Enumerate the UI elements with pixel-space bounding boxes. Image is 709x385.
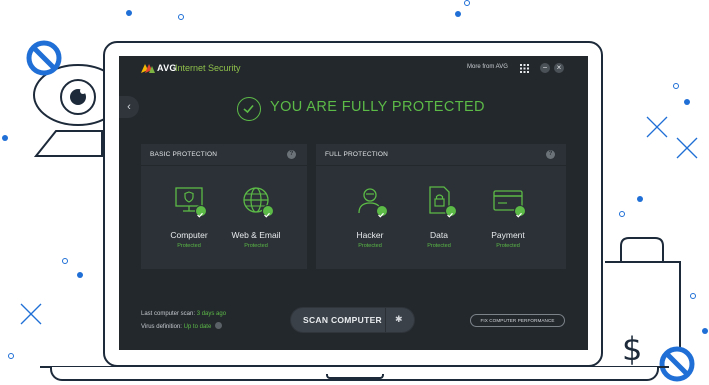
back-button[interactable]: ‹ <box>119 96 139 118</box>
last-scan-label: Last computer scan: <box>141 311 196 317</box>
tile-status: Protected <box>177 243 201 249</box>
panel-title: FULL PROTECTION <box>325 151 389 158</box>
check-badge-icon <box>262 205 274 218</box>
avg-logo-icon <box>141 64 155 73</box>
check-badge-icon <box>445 205 457 218</box>
help-icon[interactable]: ? <box>287 150 296 159</box>
scan-computer-button[interactable]: SCAN COMPUTER ✱ <box>291 308 414 332</box>
close-button[interactable]: × <box>554 63 564 73</box>
tile-status: Protected <box>244 243 268 249</box>
full-protection-panel: FULL PROTECTION ? Hacker Protected Data … <box>316 144 566 269</box>
check-badge-icon <box>195 205 207 218</box>
panel-header: FULL PROTECTION ? <box>316 144 566 166</box>
tile-hacker[interactable]: Hacker Protected <box>338 174 402 254</box>
tile-name: Payment <box>491 230 525 240</box>
blocked-icon <box>659 346 695 382</box>
check-badge-icon <box>376 205 388 218</box>
tile-data[interactable]: Data Protected <box>407 174 471 254</box>
tile-name: Hacker <box>356 230 384 240</box>
title-bar: AVG Internet Security More from AVG − × <box>119 56 588 82</box>
last-scan-value[interactable]: 3 days ago <box>197 311 226 317</box>
avg-app-window: AVG Internet Security More from AVG − × … <box>119 56 588 350</box>
dollar-icon: $ <box>622 330 642 368</box>
fix-computer-performance-button[interactable]: FIX COMPUTER PERFORMANCE <box>470 314 565 327</box>
product-name: Internet Security <box>175 63 241 73</box>
more-from-avg-link[interactable]: More from AVG <box>467 64 508 70</box>
tile-name: Computer <box>170 230 208 240</box>
protection-status-headline: YOU ARE FULLY PROTECTED <box>270 99 485 115</box>
help-icon[interactable]: ? <box>546 150 555 159</box>
scan-button-label: SCAN COMPUTER <box>303 315 382 325</box>
last-scan-info: Last computer scan: 3 days ago <box>141 311 226 317</box>
blocked-icon <box>26 40 62 76</box>
tile-name: Data <box>430 230 448 240</box>
tile-payment[interactable]: Payment Protected <box>476 174 540 254</box>
minimize-button[interactable]: − <box>540 63 550 73</box>
padlock-icon: $ <box>605 237 681 368</box>
panel-title: BASIC PROTECTION <box>150 151 218 158</box>
apps-grid-icon[interactable] <box>520 64 529 73</box>
laptop-notch <box>326 374 384 379</box>
virus-definition-value: Up to date <box>183 324 212 330</box>
fix-button-label: FIX COMPUTER PERFORMANCE <box>480 318 555 323</box>
tile-computer[interactable]: Computer Protected <box>157 174 221 254</box>
tile-status: Protected <box>358 243 382 249</box>
tile-status: Protected <box>496 243 520 249</box>
tile-web-email[interactable]: Web & Email Protected <box>224 174 288 254</box>
protected-check-icon <box>237 97 261 121</box>
basic-protection-panel: BASIC PROTECTION ? Computer Protected We… <box>141 144 307 269</box>
brand-name: AVG <box>157 63 177 73</box>
virus-definition-info: Virus definition: Up to date <box>141 322 222 330</box>
tile-status: Protected <box>427 243 451 249</box>
tile-name: Web & Email <box>231 230 281 240</box>
refresh-icon[interactable] <box>214 322 222 329</box>
virus-definition-label: Virus definition: <box>141 324 182 330</box>
check-badge-icon <box>514 205 526 218</box>
divider <box>385 308 386 332</box>
settings-gear-icon[interactable]: ✱ <box>395 314 403 325</box>
panel-header: BASIC PROTECTION ? <box>141 144 307 166</box>
